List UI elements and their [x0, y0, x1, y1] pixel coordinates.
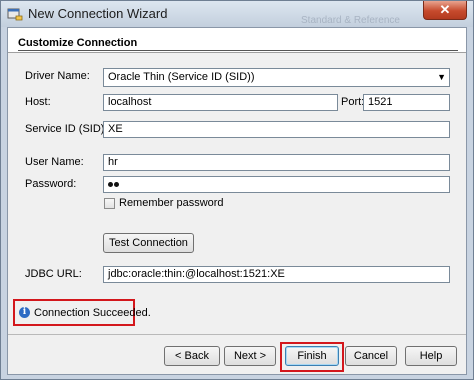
close-icon: ✕ — [439, 2, 451, 17]
password-label: Password: — [25, 178, 77, 190]
cancel-button[interactable]: Cancel — [345, 346, 397, 366]
driver-name-label: Driver Name: — [25, 70, 90, 82]
background-window-text: Standard & Reference — [301, 15, 400, 26]
wizard-content: Customize Connection Driver Name: Oracle… — [7, 27, 467, 375]
section-divider — [18, 50, 458, 51]
connection-status: i Connection Succeeded. — [13, 299, 151, 326]
status-message: Connection Succeeded. — [34, 307, 151, 319]
host-label: Host: — [25, 96, 51, 108]
database-connection-icon — [7, 8, 23, 21]
driver-name-value: Oracle Thin (Service ID (SID)) — [108, 71, 255, 83]
info-icon: i — [19, 307, 30, 318]
wizard-header: Customize Connection — [8, 28, 466, 53]
password-mask-dot — [114, 181, 119, 187]
window-title: New Connection Wizard — [28, 6, 168, 21]
port-field[interactable]: 1521 — [363, 94, 450, 111]
close-button[interactable]: ✕ — [423, 1, 467, 20]
chevron-down-icon: ▼ — [437, 72, 446, 82]
finish-button[interactable]: Finish — [285, 346, 339, 366]
wizard-window: New Connection Wizard Standard & Referen… — [0, 0, 474, 380]
host-field[interactable]: localhost — [103, 94, 338, 111]
help-button[interactable]: Help — [405, 346, 457, 366]
section-title: Customize Connection — [18, 37, 138, 49]
title-bar[interactable]: New Connection Wizard Standard & Referen… — [1, 1, 473, 27]
next-button[interactable]: Next > — [224, 346, 276, 366]
jdbc-url-field[interactable]: jdbc:oracle:thin:@localhost:1521:XE — [103, 266, 450, 283]
user-name-label: User Name: — [25, 156, 84, 168]
user-name-field[interactable]: hr — [103, 154, 450, 171]
remember-password-label: Remember password — [119, 197, 224, 209]
service-id-field[interactable]: XE — [103, 121, 450, 138]
driver-name-select[interactable]: Oracle Thin (Service ID (SID)) ▼ — [103, 68, 450, 87]
back-button[interactable]: < Back — [164, 346, 220, 366]
service-id-label: Service ID (SID): — [25, 123, 108, 135]
remember-password-checkbox[interactable] — [104, 198, 115, 209]
button-bar-divider — [8, 334, 466, 335]
port-label: Port: — [341, 96, 365, 108]
test-connection-button[interactable]: Test Connection — [103, 233, 194, 253]
password-mask-dot — [108, 181, 113, 187]
password-field[interactable] — [103, 176, 450, 193]
jdbc-url-label: JDBC URL: — [25, 268, 82, 280]
